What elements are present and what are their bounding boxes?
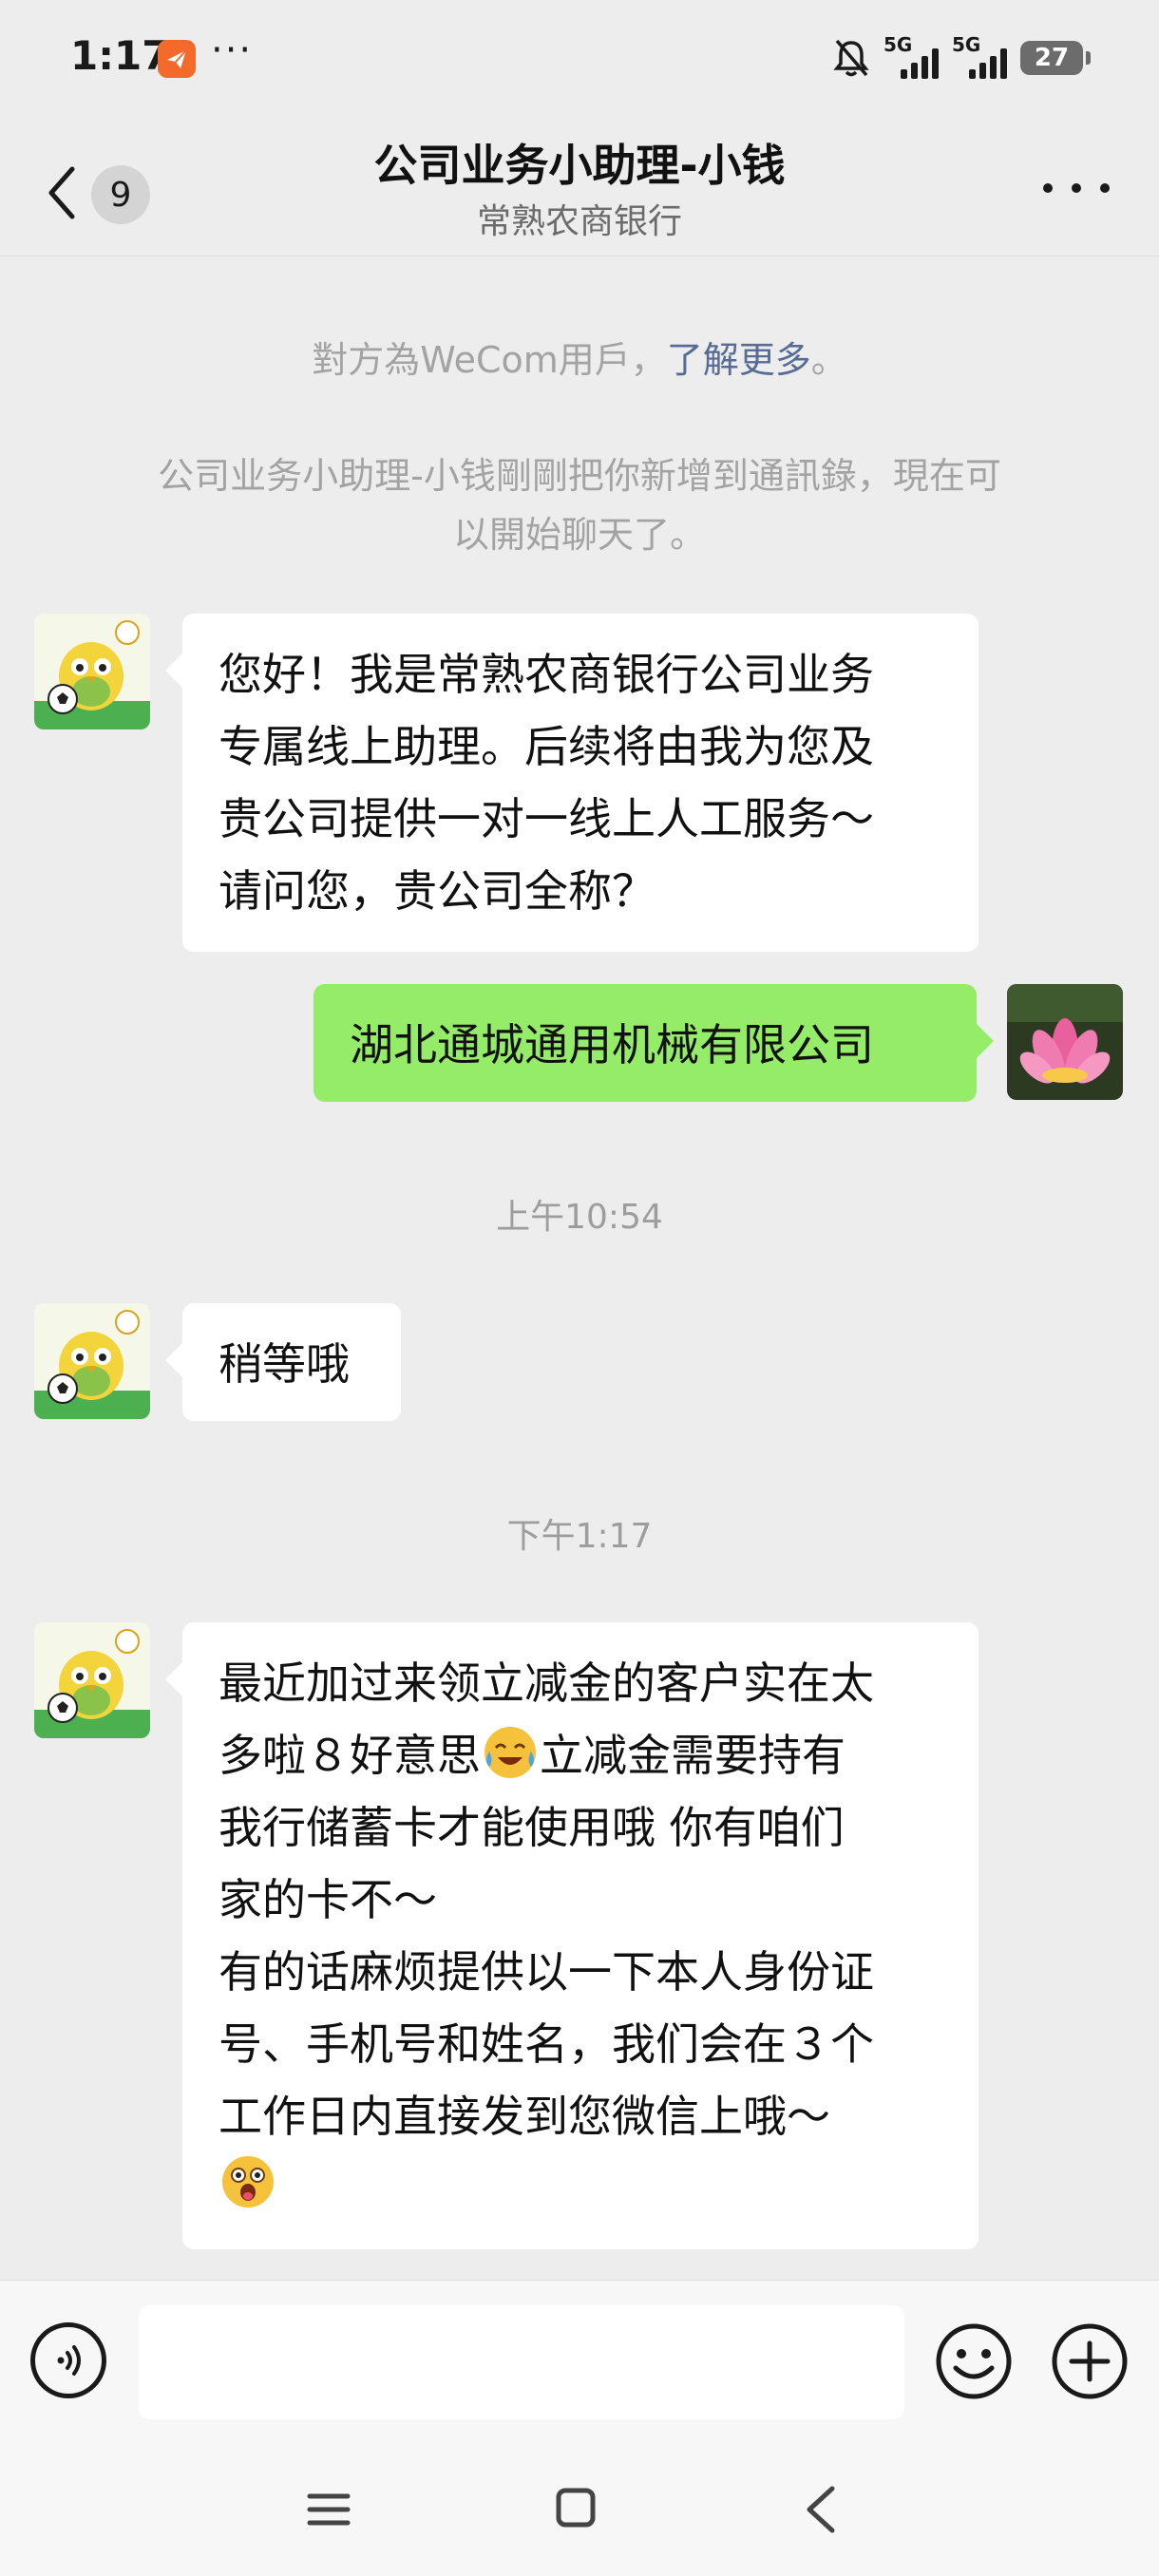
emoji-button[interactable]: [935, 2322, 1013, 2400]
message-bubble-incoming[interactable]: 最近加过来领立减金的客户实在太 多啦８好意思 立减金需要持有 我行储蓄卡才能使用…: [165, 1622, 978, 2249]
status-indicators: 5G 5G 27: [832, 33, 1091, 82]
bot-avatar[interactable]: [34, 1303, 150, 1419]
more-dots-icon: [1043, 183, 1053, 193]
voice-icon: [57, 2345, 81, 2376]
message-list[interactable]: 對方為WeCom用戶，了解更多。 公司业务小助理-小钱剛剛把你新增到通訊錄，現在…: [0, 256, 1159, 2280]
emoji-face-icon: [936, 2323, 1012, 2399]
bot-avatar[interactable]: [34, 1622, 150, 1738]
home-square-icon: [556, 2488, 596, 2528]
laughing-crying-emoji: [484, 1727, 536, 1778]
nav-back-icon: [807, 2486, 835, 2533]
chat-subtitle: 常熟农商银行: [476, 202, 682, 241]
status-time: 1:17: [70, 32, 170, 79]
system-navigation-bar: [0, 2441, 1159, 2576]
home-button[interactable]: [555, 2487, 597, 2529]
timestamp: 上午10:54: [496, 1198, 663, 1237]
status-bar: 1:17 ··· 5G 5G 27: [0, 0, 1159, 114]
message-bubble-outgoing[interactable]: 湖北通城通用机械有限公司: [314, 984, 994, 1102]
voice-input-button[interactable]: [30, 2322, 106, 2398]
battery-icon: 27: [1020, 41, 1091, 75]
learn-more-link[interactable]: 了解更多: [667, 339, 811, 381]
timestamp: 下午1:17: [506, 1517, 653, 1556]
more-options-button[interactable]: [1043, 169, 1110, 207]
input-bar: [0, 2280, 1159, 2441]
menu-icon: [307, 2493, 351, 2526]
signal-2-icon: 5G: [952, 33, 1007, 79]
surprised-emoji: [222, 2156, 274, 2207]
message-input[interactable]: [139, 2305, 904, 2419]
contact-added-notice: 公司业务小助理-小钱剛剛把你新增到通訊錄，現在可 以開始聊天了。: [158, 455, 1001, 556]
app-notification-icon: [158, 40, 196, 78]
chat-title: 公司业务小助理-小钱: [373, 140, 786, 191]
plus-circle-icon: [1052, 2323, 1128, 2399]
status-more-indicator: ···: [211, 28, 254, 72]
mute-bell-icon: [833, 39, 869, 77]
system-back-button[interactable]: [802, 2485, 840, 2534]
bot-avatar[interactable]: [34, 614, 150, 729]
message-bubble-incoming[interactable]: 您好！我是常熟农商银行公司业务 专属线上助理。后续将由我为您及 贵公司提供一对一…: [165, 614, 978, 952]
wecom-notice: 對方為WeCom用戶，了解更多。: [312, 339, 847, 381]
signal-1-icon: 5G: [884, 33, 939, 79]
message-bubble-incoming[interactable]: 稍等哦: [165, 1303, 401, 1421]
more-functions-button[interactable]: [1051, 2322, 1129, 2400]
recent-apps-button[interactable]: [306, 2487, 352, 2532]
user-avatar[interactable]: [1007, 984, 1123, 1100]
chat-header: 9 公司业务小助理-小钱 常熟农商银行: [0, 114, 1159, 256]
